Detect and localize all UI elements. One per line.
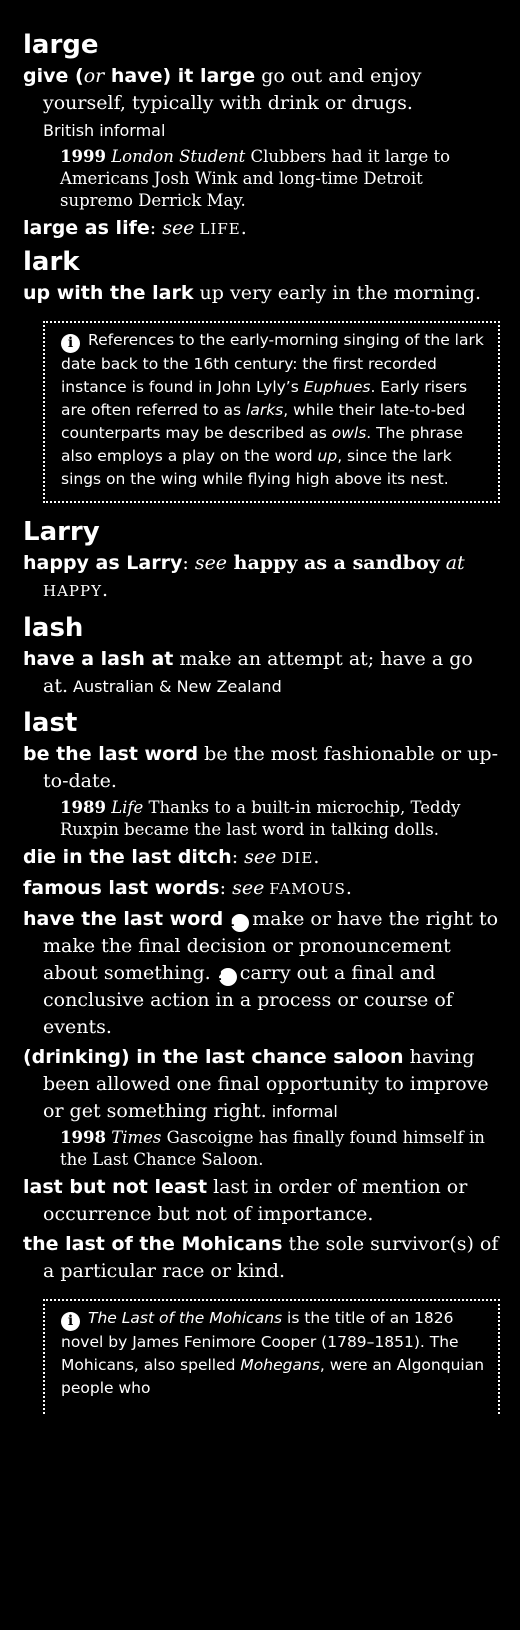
headword: Larry [23, 517, 100, 547]
headword: lark [23, 247, 80, 277]
sense: happy as Larry: see happy as a sandboy a… [23, 550, 500, 605]
entry-lash: lash have a lash at make an attempt at; … [23, 613, 500, 700]
see-label: see [232, 877, 265, 899]
headword: last [23, 708, 78, 738]
sense-number-icon: 1 [226, 914, 250, 932]
phrase: have a lash at [23, 648, 174, 670]
phrase: be the last word [23, 743, 199, 765]
period: . [345, 877, 352, 899]
entry-lark: lark up with the lark up very early in t… [23, 247, 500, 503]
phrase: (drinking) in the last chance saloon [23, 1046, 404, 1068]
sense: (drinking) in the last chance saloon hav… [23, 1044, 500, 1125]
entry-last: last be the last word be the most fashio… [23, 708, 500, 1414]
cross-reference[interactable]: die [281, 849, 313, 867]
colon: : [182, 552, 195, 574]
period: . [102, 579, 109, 601]
quote-year: 1989 [60, 798, 106, 817]
quote-year: 1999 [60, 147, 106, 166]
register-label: informal [271, 1102, 338, 1121]
quotation: 1999 London Student Clubbers had it larg… [23, 146, 500, 212]
register-label: Australian & New Zealand [73, 677, 282, 696]
note-italic: owls [331, 424, 367, 442]
see-label: see [244, 846, 277, 868]
sense: have the last word 1 make or have the rig… [23, 906, 500, 1041]
phrase: die in the last ditch [23, 846, 232, 868]
definition: up very early in the morning. [193, 282, 482, 304]
phrase: famous last words [23, 877, 220, 899]
note-italic: Euphues [303, 378, 371, 396]
note-italic: Mohegans [240, 1356, 320, 1374]
headword: large [23, 30, 99, 60]
phrase: the last of the Mohicans [23, 1233, 283, 1255]
sense: the last of the Mohicans the sole surviv… [23, 1231, 500, 1285]
phrase: happy as Larry [23, 552, 183, 574]
info-note: i References to the early-morning singing… [43, 321, 500, 503]
info-icon: i [61, 334, 80, 353]
quotation: 1998 Times Gascoigne has finally found h… [23, 1127, 500, 1171]
sense-number-icon: 2 [213, 968, 237, 986]
quote-source: London Student [111, 147, 246, 166]
sense: large as life: see life. [23, 215, 500, 243]
phrase: up with the lark [23, 282, 194, 304]
cross-reference[interactable]: happy [43, 582, 102, 600]
cross-reference-phrase[interactable]: happy as a sandboy [227, 552, 440, 574]
info-note: i The Last of the Mohicans is the title o… [43, 1299, 500, 1414]
sense: last but not least last in order of ment… [23, 1174, 500, 1228]
quotation: 1989 Life Thanks to a built-in microchip… [23, 797, 500, 841]
sense: famous last words: see famous. [23, 875, 500, 903]
entry-larry: Larry happy as Larry: see happy as a san… [23, 517, 500, 605]
colon: : [149, 217, 163, 239]
period: . [313, 846, 320, 868]
note-italic: larks [246, 401, 284, 419]
sense: give (or have) it large go out and enjoy… [23, 63, 500, 144]
quote-year: 1998 [60, 1128, 106, 1147]
sense: have a lash at make an attempt at; have … [23, 646, 500, 700]
cross-reference[interactable]: life [199, 220, 240, 238]
cross-reference[interactable]: famous [269, 880, 346, 898]
phrase: last but not least [23, 1176, 208, 1198]
at-label: at [439, 552, 465, 574]
quote-source: Life [111, 798, 144, 817]
quote-source: Times [111, 1128, 162, 1147]
sense: die in the last ditch: see die. [23, 844, 500, 872]
sense: up with the lark up very early in the mo… [23, 280, 500, 307]
note-italic: up [317, 447, 338, 465]
phrase-part: have) it large [104, 65, 256, 87]
phrase: give (or have) it large [23, 65, 255, 87]
phrase-part: give ( [23, 65, 84, 87]
dictionary-page: large give (or have) it large go out and… [0, 0, 520, 1630]
period: . [240, 217, 247, 239]
see-label: see [162, 217, 195, 239]
note-italic: The Last of the Mohicans [88, 1309, 283, 1327]
entry-large: large give (or have) it large go out and… [23, 30, 500, 243]
phrase-or: or [83, 65, 105, 87]
colon: : [231, 846, 245, 868]
colon: : [219, 877, 233, 899]
phrase: large as life [23, 217, 150, 239]
phrase: have the last word [23, 908, 224, 930]
see-label: see [194, 552, 228, 574]
info-icon: i [61, 1312, 80, 1331]
sense: be the last word be the most fashionable… [23, 741, 500, 795]
register-label: British informal [43, 121, 166, 140]
headword: lash [23, 613, 84, 643]
